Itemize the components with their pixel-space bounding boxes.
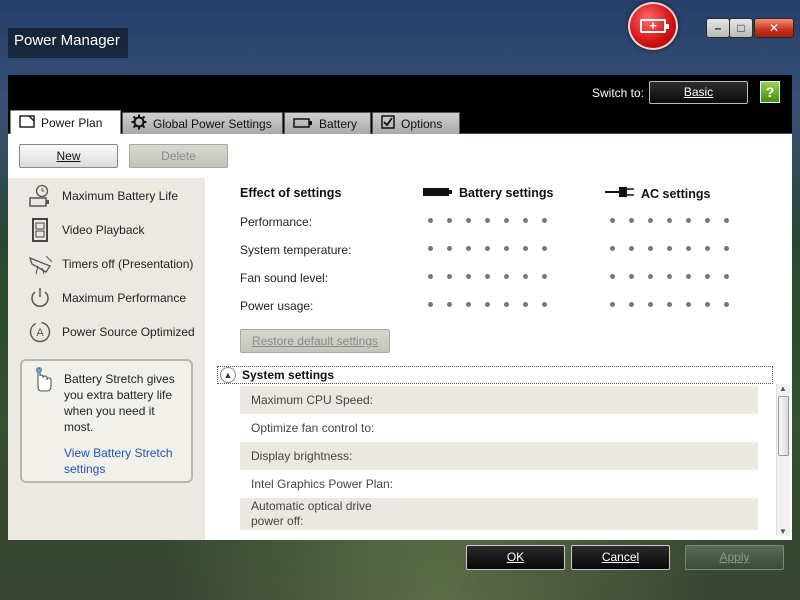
delete-plan-button[interactable]: Delete xyxy=(129,144,228,168)
setting-label: Maximum CPU Speed: xyxy=(251,393,374,407)
document-icon xyxy=(19,115,35,131)
hand-pointer-icon xyxy=(30,367,54,396)
tab-global-power-settings[interactable]: Global Power Settings xyxy=(122,112,283,134)
setting-row-fan-control[interactable]: Optimize fan control to: xyxy=(240,414,758,442)
battery-stretch-description: Battery Stretch gives you extra battery … xyxy=(64,372,175,434)
battery-performance-dots xyxy=(428,218,547,223)
tab-label: Battery xyxy=(319,116,358,131)
plan-details: Effect of settings Battery settings AC s… xyxy=(205,178,792,540)
basic-mode-button[interactable]: Basic xyxy=(649,81,748,104)
battery-stretch-panel: Battery Stretch gives you extra battery … xyxy=(20,359,193,483)
settings-scrollbar[interactable]: ▲ ▼ xyxy=(776,384,790,536)
setting-label: Optimize fan control to: xyxy=(251,421,375,435)
ac-power-usage-dots xyxy=(610,302,729,307)
apply-button[interactable]: Apply xyxy=(685,545,784,570)
svg-text:A: A xyxy=(36,327,44,339)
tab-label: Global Power Settings xyxy=(153,116,272,131)
tab-battery[interactable]: Battery xyxy=(284,112,371,134)
scroll-thumb[interactable] xyxy=(778,396,789,456)
restore-default-settings-button[interactable]: Restore default settings xyxy=(240,329,390,353)
checkbox-icon xyxy=(381,115,395,132)
battery-plus-icon: + xyxy=(640,19,669,33)
ac-fan-dots xyxy=(610,274,729,279)
ac-temperature-dots xyxy=(610,246,729,251)
setting-label: Display brightness: xyxy=(251,449,353,463)
plan-video-playback[interactable]: Video Playback xyxy=(28,216,145,244)
scroll-down-icon[interactable]: ▼ xyxy=(779,527,787,536)
battery-temperature-dots xyxy=(428,246,547,251)
help-icon[interactable]: ? xyxy=(760,81,780,103)
fan-sound-level-label: Fan sound level: xyxy=(240,271,329,285)
cancel-button[interactable]: Cancel xyxy=(571,545,670,570)
minimize-icon: – xyxy=(714,21,722,35)
setting-row-intel-graphics[interactable]: Intel Graphics Power Plan: xyxy=(240,470,758,498)
scroll-up-icon[interactable]: ▲ xyxy=(779,384,787,393)
system-settings-label: System settings xyxy=(242,368,335,382)
chevron-up-icon: ▲ xyxy=(220,367,236,383)
projector-icon xyxy=(28,252,52,276)
tab-label: Power Plan xyxy=(41,116,103,130)
setting-row-optical-drive[interactable]: Automatic optical drive power off: xyxy=(240,498,758,530)
close-button[interactable]: ✕ xyxy=(754,18,794,38)
auto-cycle-icon: A xyxy=(28,320,52,344)
power-plan-panel: New Delete Maximum Battery Life Video Pl… xyxy=(8,134,792,540)
setting-label: Intel Graphics Power Plan: xyxy=(251,477,394,491)
battery-badge-icon: + xyxy=(628,2,678,50)
plan-sidebar: Maximum Battery Life Video Playback Time… xyxy=(8,178,205,540)
system-settings-header[interactable]: ▲ System settings xyxy=(217,366,773,384)
maximize-icon: □ xyxy=(737,21,745,35)
power-usage-label: Power usage: xyxy=(240,299,314,313)
window-title: Power Manager xyxy=(8,28,128,58)
effect-of-settings-heading: Effect of settings xyxy=(240,186,342,200)
ok-button[interactable]: OK xyxy=(466,545,565,570)
switch-to-label: Switch to: xyxy=(592,86,645,100)
battery-settings-label: Battery settings xyxy=(459,186,554,200)
tab-power-plan[interactable]: Power Plan xyxy=(10,110,121,135)
maximize-button[interactable]: □ xyxy=(729,18,753,38)
gear-icon xyxy=(131,114,147,133)
film-icon xyxy=(28,218,52,242)
battery-icon xyxy=(293,117,313,131)
ac-settings-label: AC settings xyxy=(641,186,711,201)
plan-label: Maximum Performance xyxy=(62,291,187,305)
battery-settings-heading: Battery settings xyxy=(423,186,553,200)
view-battery-stretch-link[interactable]: View Battery Stretch settings xyxy=(64,445,186,477)
plan-maximum-battery-life[interactable]: Maximum Battery Life xyxy=(28,182,178,210)
setting-label: Automatic optical drive power off: xyxy=(251,499,372,528)
tab-options[interactable]: Options xyxy=(372,112,460,134)
system-temperature-label: System temperature: xyxy=(240,243,352,257)
tab-label: Options xyxy=(401,116,443,131)
plan-label: Timers off (Presentation) xyxy=(62,257,194,271)
new-plan-button[interactable]: New xyxy=(19,144,118,168)
plan-label: Maximum Battery Life xyxy=(62,189,179,203)
setting-row-max-cpu-speed[interactable]: Maximum CPU Speed: xyxy=(240,386,758,414)
minimize-button[interactable]: – xyxy=(706,18,730,38)
plan-timers-off[interactable]: Timers off (Presentation) xyxy=(28,250,193,278)
battery-clock-icon xyxy=(28,184,52,208)
plan-maximum-performance[interactable]: Maximum Performance xyxy=(28,284,186,312)
performance-label: Performance: xyxy=(240,215,313,229)
power-icon xyxy=(28,286,52,310)
battery-power-usage-dots xyxy=(428,302,547,307)
plan-label: Video Playback xyxy=(62,223,145,237)
setting-row-display-brightness[interactable]: Display brightness: xyxy=(240,442,758,470)
ac-settings-heading: AC settings xyxy=(605,186,710,201)
battery-fan-dots xyxy=(428,274,547,279)
ac-performance-dots xyxy=(610,218,729,223)
close-icon: ✕ xyxy=(768,21,780,35)
plan-label: Power Source Optimized xyxy=(62,325,195,339)
battery-icon xyxy=(423,186,453,200)
ac-plug-icon xyxy=(605,186,635,201)
plan-power-source-optimized[interactable]: A Power Source Optimized xyxy=(28,318,195,346)
